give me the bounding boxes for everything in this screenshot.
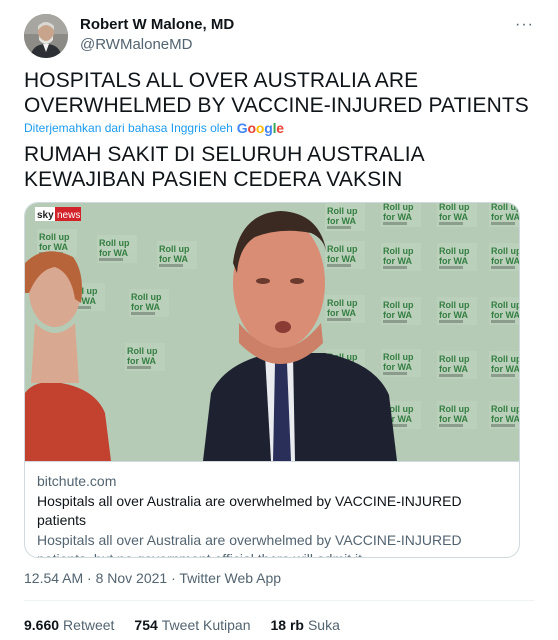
card-info: bitchute.com Hospitals all over Australi… [25,461,519,557]
quote-tweet-count[interactable]: 754 Tweet Kutipan [134,617,250,633]
translation-notice[interactable]: Diterjemahkan dari bahasa Inggris oleh G… [24,120,284,136]
video-thumbnail[interactable]: Roll up for WA [25,203,519,461]
link-card[interactable]: Roll up for WA [24,202,520,558]
quote-tweet-count-label: Tweet Kutipan [161,617,251,633]
tweet-text: HOSPITALS ALL OVER AUSTRALIA ARE OVERWHE… [24,69,529,117]
card-title: Hospitals all over Australia are overwhe… [37,493,462,528]
author-handle[interactable]: @RWMaloneMD [80,36,192,53]
engagement-stats: 9.660 Retweet 754 Tweet Kutipan 18 rb Su… [24,617,340,633]
retweet-count-value: 9.660 [24,617,60,633]
more-options-icon[interactable]: ··· [515,16,534,34]
divider [24,600,534,601]
svg-text:news: news [57,210,80,221]
tweet-timestamp[interactable]: 12.54 AM · 8 Nov 2021 · Twitter Web App [24,570,281,586]
like-count[interactable]: 18 rb Suka [271,617,340,633]
sky-news-logo: sky [37,210,54,221]
avatar[interactable] [24,14,68,58]
tweet-header: Robert W Malone, MD @RWMaloneMD ··· [24,12,534,60]
retweet-count-label: Retweet [63,617,115,633]
card-domain: bitchute.com [37,473,117,489]
translated-text: RUMAH SAKIT DI SELURUH AUSTRALIA KEWAJIB… [24,143,424,191]
author-name[interactable]: Robert W Malone, MD [80,16,234,33]
google-logo: Google [236,120,284,136]
retweet-count[interactable]: 9.660 Retweet [24,617,114,633]
translation-notice-label: Diterjemahkan dari bahasa Inggris oleh [24,121,233,135]
like-count-value: 18 rb [270,617,304,633]
card-description: Hospitals all over Australia are overwhe… [37,532,462,557]
like-count-label: Suka [307,617,340,633]
quote-tweet-count-value: 754 [134,617,158,633]
